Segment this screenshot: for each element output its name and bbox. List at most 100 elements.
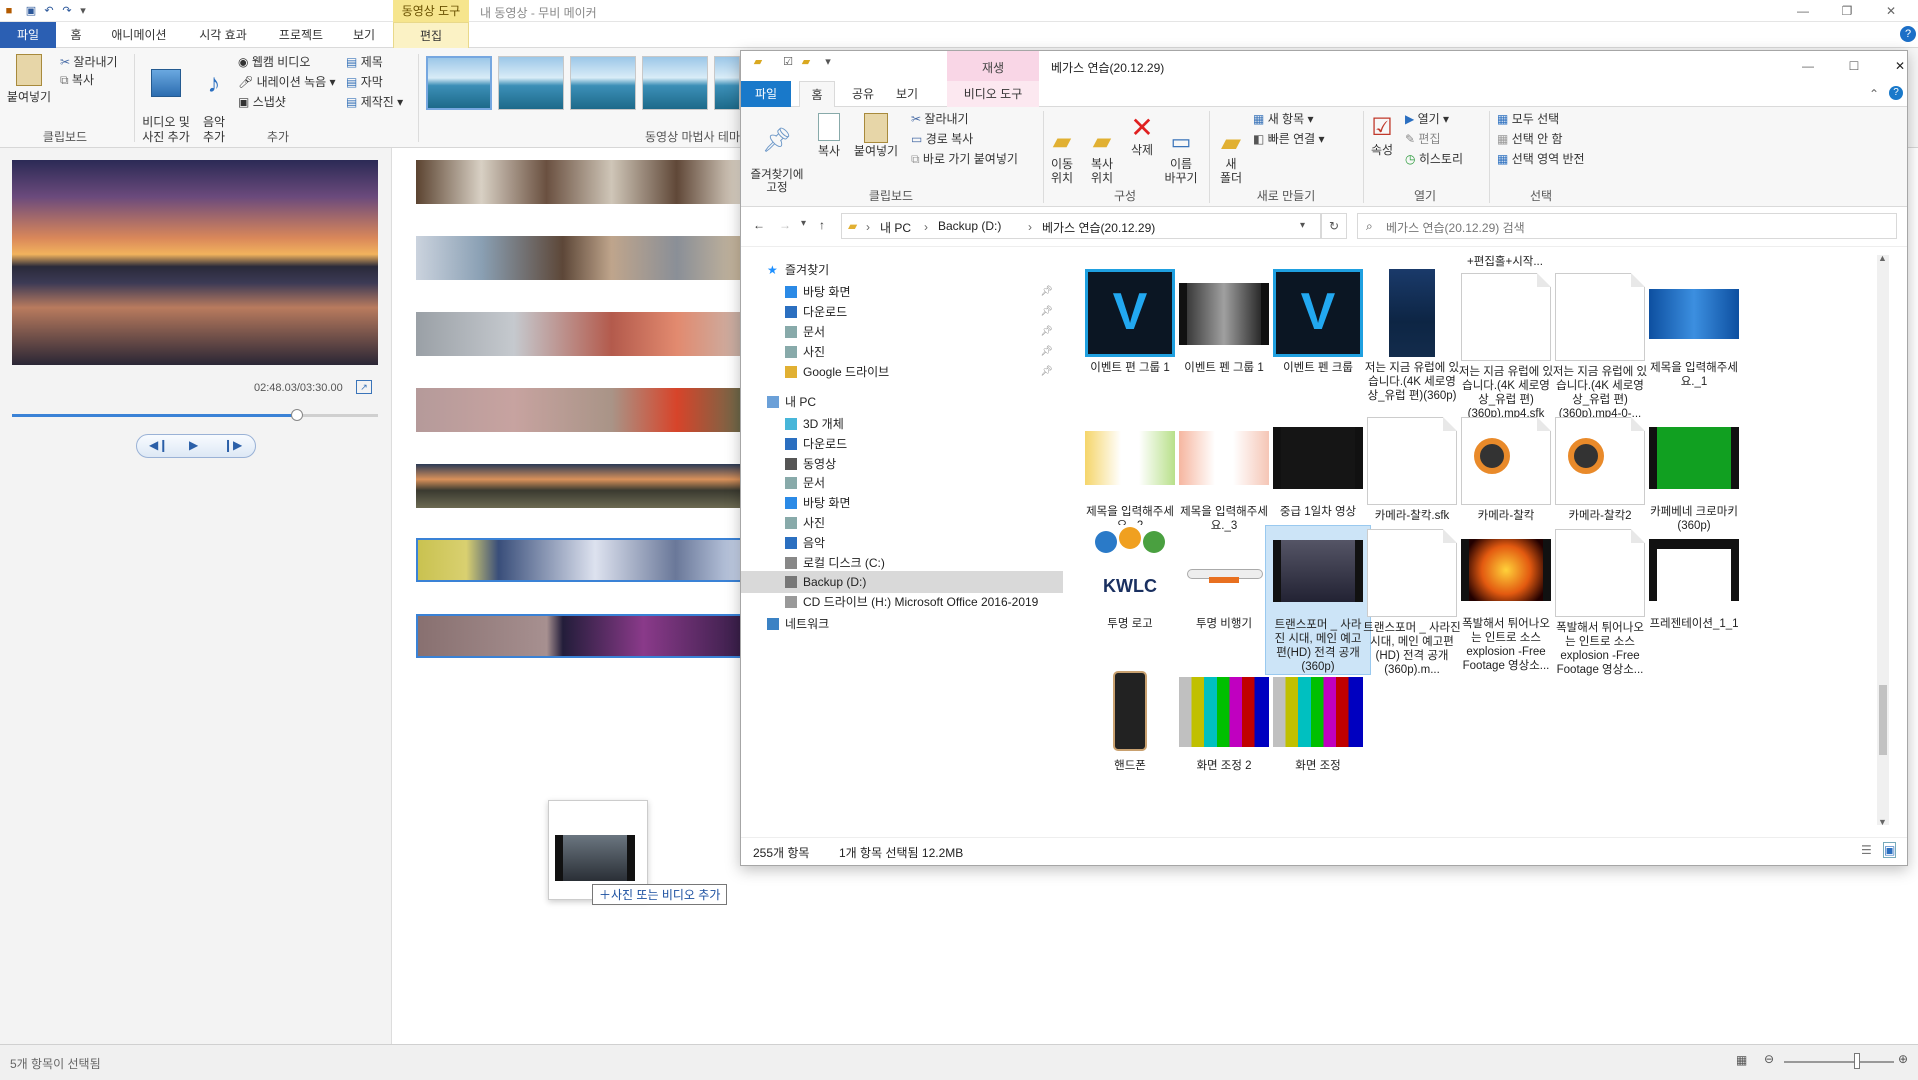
play-icon[interactable]: ▶ (189, 438, 198, 452)
nav-quick-access[interactable]: ★ 즐겨찾기 (767, 259, 829, 281)
properties-button[interactable]: ☑ 속성 (1365, 113, 1399, 158)
pin-icon[interactable]: 📌︎ (1040, 361, 1053, 383)
storyboard-clip[interactable] (416, 312, 742, 356)
file-item[interactable]: 카메라-찰칵.sfk (1359, 413, 1465, 523)
pin-icon[interactable]: 📌︎ (1040, 281, 1053, 303)
file-item[interactable]: 카페베네 크로마키 (360p) (1641, 413, 1747, 533)
seek-thumb[interactable] (291, 409, 304, 421)
webcam-video-button[interactable]: ◉ 웹캠 비디오 (238, 54, 310, 70)
tab-file[interactable]: 파일 (741, 81, 791, 107)
nav-pc-item[interactable]: 음악 (785, 532, 825, 554)
nav-pc-item[interactable]: 로컬 디스크 (C:) (785, 552, 885, 574)
tab-home[interactable]: 홈 (60, 24, 92, 46)
vertical-scrollbar[interactable]: ▲ ▼ (1877, 253, 1889, 827)
file-item[interactable]: 제목을 입력해주세요._3 (1171, 413, 1277, 533)
file-item[interactable]: 저는 지금 유럽에 있습니다.(4K 세로영상_유럽 편)(360p).mp4-… (1547, 269, 1653, 421)
details-view-icon[interactable]: ☰ (1861, 843, 1872, 857)
pin-icon[interactable]: 📌︎ (1040, 321, 1053, 343)
zoom-in-icon[interactable]: ⊕ (1898, 1052, 1908, 1066)
paste-button[interactable]: 붙여넣기 (6, 54, 52, 105)
file-item[interactable]: 제목을 입력해주세요._2 (1077, 413, 1183, 533)
collapse-ribbon-icon[interactable]: ⌃ (1869, 87, 1879, 101)
paste-button[interactable]: 붙여넣기 (851, 113, 901, 159)
seek-bar[interactable] (12, 409, 378, 421)
zoom-out-icon[interactable]: ⊖ (1764, 1052, 1774, 1066)
file-item[interactable]: 폭발해서 튀어나오는 인트로 소스 explosion -Free Footag… (1547, 525, 1653, 677)
file-item[interactable]: 트랜스포머 _ 사라진 시대, 메인 예고편(HD) 전격 공개 (360p) (1265, 525, 1371, 675)
paste-shortcut-button[interactable]: ⧉ 바로 가기 붙여넣기 (911, 151, 1018, 167)
breadcrumb-drive[interactable]: Backup (D:) (938, 219, 1001, 233)
previous-frame-icon[interactable]: ◀❙ (149, 438, 168, 452)
tab-video-tools[interactable]: 비디오 도구 (947, 81, 1039, 107)
nav-pc-item[interactable]: 3D 개체 (785, 413, 844, 435)
storyboard-view-icon[interactable]: ▦ (1736, 1053, 1747, 1067)
storyboard-clip[interactable] (416, 538, 742, 582)
zoom-slider[interactable] (1784, 1061, 1894, 1063)
pin-icon[interactable]: 📌︎ (1040, 301, 1053, 323)
credits-button[interactable]: ▤ 제작진 ▾ (346, 94, 403, 110)
redo-icon[interactable]: ↷ (60, 4, 74, 18)
nav-pc-item[interactable]: 동영상 (785, 453, 836, 475)
undo-icon[interactable]: ↶ (42, 4, 56, 18)
file-item[interactable]: 투명 비행기 (1171, 525, 1277, 631)
rename-button[interactable]: ▭ 이름 바꾸기 (1161, 113, 1201, 185)
restore-icon[interactable]: ❐ (1832, 2, 1862, 20)
select-none-button[interactable]: ▦ 선택 안 함 (1497, 131, 1563, 147)
new-item-button[interactable]: ▦ 새 항목 ▾ (1253, 111, 1314, 127)
select-all-button[interactable]: ▦ 모두 선택 (1497, 111, 1559, 127)
nav-network[interactable]: 네트워크 (767, 613, 829, 635)
nav-quick-item[interactable]: 다운로드 📌︎ (785, 301, 1053, 323)
zoom-slider-thumb[interactable] (1854, 1053, 1860, 1069)
nav-quick-item[interactable]: 바탕 화면 📌︎ (785, 281, 1053, 303)
open-button[interactable]: ▶ 열기 ▾ (1405, 111, 1449, 127)
copy-path-button[interactable]: ▭ 경로 복사 (911, 131, 973, 147)
next-frame-icon[interactable]: ❙▶ (223, 438, 242, 452)
copy-to-button[interactable]: ▰ 복사 위치 (1085, 113, 1119, 185)
file-item[interactable]: 카메라-찰칵2 (1547, 413, 1653, 523)
maximize-icon[interactable]: ☐ (1839, 57, 1869, 75)
breadcrumb-this-pc[interactable]: 내 PC (880, 219, 911, 236)
move-to-button[interactable]: ▰ 이동 위치 (1045, 113, 1079, 185)
close-icon[interactable]: ✕ (1876, 2, 1906, 20)
refresh-icon[interactable]: ↻ (1321, 213, 1347, 239)
recent-dropdown-icon[interactable]: ▾ (801, 218, 806, 229)
nav-pc-item[interactable]: 사진 (785, 512, 825, 534)
new-folder-icon[interactable]: ▰ (799, 55, 813, 69)
theme-thumbnail[interactable] (498, 56, 564, 110)
tab-view[interactable]: 보기 (344, 24, 384, 46)
record-narration-button[interactable]: 🎤︎ 내레이션 녹음 ▾ (238, 74, 336, 90)
help-icon[interactable]: ? (1889, 86, 1903, 100)
properties-icon[interactable]: ☑ (781, 55, 795, 69)
nav-pc-item[interactable]: 다운로드 (785, 433, 847, 455)
file-item[interactable]: KWLC 투명 로고 (1077, 525, 1183, 631)
theme-thumbnail[interactable] (426, 56, 492, 110)
new-folder-button[interactable]: ▰ 새 폴더 (1213, 113, 1249, 185)
theme-thumbnail[interactable] (642, 56, 708, 110)
close-icon[interactable]: ✕ (1885, 57, 1915, 75)
quick-access-dropdown-icon[interactable]: ▾ (76, 4, 90, 18)
theme-thumbnail[interactable] (714, 56, 740, 110)
nav-pc-item[interactable]: CD 드라이브 (H:) Microsoft Office 2016-2019 (785, 591, 1038, 613)
file-item[interactable]: 카메라-찰칵 (1453, 413, 1559, 523)
fullscreen-icon[interactable]: ↗ (356, 380, 372, 394)
caption-button[interactable]: ▤ 자막 (346, 74, 383, 90)
tab-file[interactable]: 파일 (0, 22, 56, 48)
breadcrumb-folder[interactable]: 베가스 연습(20.12.29) (1042, 219, 1155, 236)
file-item[interactable]: 프레젠테이션_1_1 (1641, 525, 1747, 631)
delete-button[interactable]: ✕ 삭제 (1127, 113, 1157, 158)
nav-pc-item[interactable]: 문서 (785, 472, 825, 494)
invert-selection-button[interactable]: ▦ 선택 영역 반전 (1497, 151, 1585, 167)
minimize-icon[interactable]: — (1788, 2, 1818, 20)
file-item[interactable]: V 이벤트 편 그룹 1 (1077, 269, 1183, 375)
copy-button[interactable]: 복사 (811, 113, 847, 159)
scroll-up-icon[interactable]: ▲ (1878, 253, 1887, 263)
file-item[interactable]: 화면 조정 2 (1171, 667, 1277, 773)
forward-icon[interactable]: → (779, 218, 791, 232)
scrollbar-thumb[interactable] (1879, 685, 1887, 755)
preview-video[interactable] (12, 160, 378, 365)
scroll-down-icon[interactable]: ▼ (1878, 817, 1887, 827)
nav-quick-item[interactable]: Google 드라이브 📌︎ (785, 361, 1053, 383)
storyboard-clip[interactable] (416, 388, 742, 432)
storyboard-clip[interactable] (416, 236, 742, 280)
storyboard-clip[interactable] (416, 464, 742, 508)
